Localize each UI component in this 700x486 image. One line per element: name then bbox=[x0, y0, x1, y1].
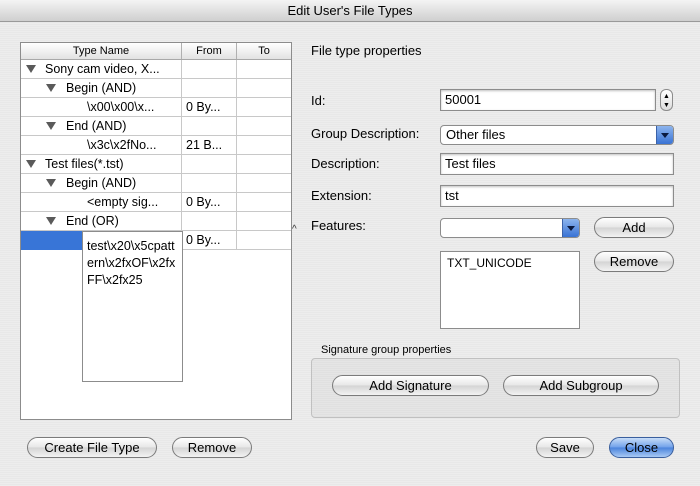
from-cell bbox=[182, 60, 237, 78]
to-cell bbox=[237, 231, 291, 249]
disclosure-triangle-icon[interactable] bbox=[46, 122, 56, 130]
id-stepper[interactable]: ▲ ▼ bbox=[660, 89, 673, 111]
from-cell: 0 By... bbox=[182, 193, 237, 211]
to-cell bbox=[237, 117, 291, 135]
group-description-label: Group Description: bbox=[311, 126, 420, 141]
table-row[interactable]: \x3c\x2fNo... 21 B... bbox=[21, 136, 291, 155]
extension-field[interactable]: tst bbox=[440, 185, 674, 207]
list-item[interactable]: TXT_UNICODE bbox=[447, 256, 573, 270]
features-list[interactable]: TXT_UNICODE bbox=[440, 251, 580, 329]
remove-button[interactable]: Remove bbox=[172, 437, 252, 458]
disclosure-triangle-icon[interactable] bbox=[46, 217, 56, 225]
to-cell bbox=[237, 193, 291, 211]
add-subgroup-button[interactable]: Add Subgroup bbox=[503, 375, 659, 396]
close-button[interactable]: Close bbox=[609, 437, 674, 458]
stepper-up-icon[interactable]: ▲ bbox=[663, 93, 670, 100]
description-field[interactable]: Test files bbox=[440, 153, 674, 175]
signature-edit-field[interactable]: test\x20\x5cpattern\x2fxOF\x2fxFF\x2fx25 bbox=[82, 231, 183, 382]
type-name-cell: <empty sig... bbox=[87, 193, 182, 211]
tree-header: Type Name From To bbox=[21, 43, 291, 60]
stepper-down-icon[interactable]: ▼ bbox=[663, 102, 670, 109]
id-label: Id: bbox=[311, 93, 326, 108]
extension-label: Extension: bbox=[311, 188, 372, 203]
type-name-cell: \x3c\x2fNo... bbox=[87, 136, 182, 154]
window-title: Edit User's File Types bbox=[287, 3, 413, 18]
table-row[interactable]: Begin (AND) bbox=[21, 79, 291, 98]
to-cell bbox=[237, 174, 291, 192]
table-row[interactable]: Begin (AND) bbox=[21, 174, 291, 193]
column-header-type-name[interactable]: Type Name bbox=[21, 43, 182, 59]
disclosure-triangle-icon[interactable] bbox=[26, 65, 36, 73]
selection-highlight bbox=[21, 231, 82, 250]
group-description-value: Other files bbox=[446, 127, 506, 142]
from-cell: 21 B... bbox=[182, 136, 237, 154]
type-name-cell: End (AND) bbox=[66, 117, 182, 135]
disclosure-triangle-icon[interactable] bbox=[46, 84, 56, 92]
from-cell bbox=[182, 155, 237, 173]
table-row[interactable]: Sony cam video, X... bbox=[21, 60, 291, 79]
to-cell bbox=[237, 136, 291, 154]
table-row[interactable]: End (AND) bbox=[21, 117, 291, 136]
column-header-from[interactable]: From bbox=[182, 43, 237, 59]
table-row[interactable]: End (OR) bbox=[21, 212, 291, 231]
type-name-cell: Begin (AND) bbox=[66, 174, 182, 192]
table-row[interactable]: <empty sig... 0 By... bbox=[21, 193, 291, 212]
table-row-selected[interactable]: 0 By... test\x20\x5cpattern\x2fxOF\x2fxF… bbox=[21, 231, 291, 382]
from-cell bbox=[182, 79, 237, 97]
table-row[interactable]: Test files(*.tst) bbox=[21, 155, 291, 174]
add-signature-button[interactable]: Add Signature bbox=[332, 375, 489, 396]
features-label: Features: bbox=[311, 218, 366, 233]
table-row[interactable]: \x00\x00\x... 0 By... bbox=[21, 98, 291, 117]
properties-heading: File type properties bbox=[311, 43, 422, 58]
window-titlebar: Edit User's File Types bbox=[0, 0, 700, 22]
caret-up-icon: ^ bbox=[292, 224, 297, 235]
group-description-popup[interactable]: Other files bbox=[440, 125, 674, 145]
features-add-button[interactable]: Add bbox=[594, 217, 674, 238]
disclosure-triangle-icon[interactable] bbox=[26, 160, 36, 168]
from-cell bbox=[182, 117, 237, 135]
features-remove-button[interactable]: Remove bbox=[594, 251, 674, 272]
column-header-to[interactable]: To bbox=[237, 43, 291, 59]
description-label: Description: bbox=[311, 156, 380, 171]
to-cell bbox=[237, 212, 291, 230]
signature-group-title: Signature group properties bbox=[321, 344, 452, 356]
id-field[interactable]: 50001 bbox=[440, 89, 656, 111]
to-cell bbox=[237, 98, 291, 116]
to-cell bbox=[237, 79, 291, 97]
save-button[interactable]: Save bbox=[536, 437, 594, 458]
chevron-down-icon bbox=[656, 126, 673, 144]
to-cell bbox=[237, 155, 291, 173]
from-cell bbox=[182, 212, 237, 230]
file-types-tree[interactable]: Type Name From To Sony cam video, X... B… bbox=[20, 42, 292, 420]
type-name-cell: Test files(*.tst) bbox=[45, 155, 182, 173]
chevron-down-icon bbox=[562, 219, 579, 237]
from-cell: 0 By... bbox=[182, 98, 237, 116]
disclosure-triangle-icon[interactable] bbox=[46, 179, 56, 187]
type-name-cell: Sony cam video, X... bbox=[45, 60, 182, 78]
from-cell bbox=[182, 174, 237, 192]
type-name-cell: End (OR) bbox=[66, 212, 182, 230]
create-file-type-button[interactable]: Create File Type bbox=[27, 437, 157, 458]
features-popup[interactable] bbox=[440, 218, 580, 238]
to-cell bbox=[237, 60, 291, 78]
type-name-cell: Begin (AND) bbox=[66, 79, 182, 97]
type-name-cell: \x00\x00\x... bbox=[87, 98, 182, 116]
from-cell: 0 By... bbox=[182, 231, 237, 249]
